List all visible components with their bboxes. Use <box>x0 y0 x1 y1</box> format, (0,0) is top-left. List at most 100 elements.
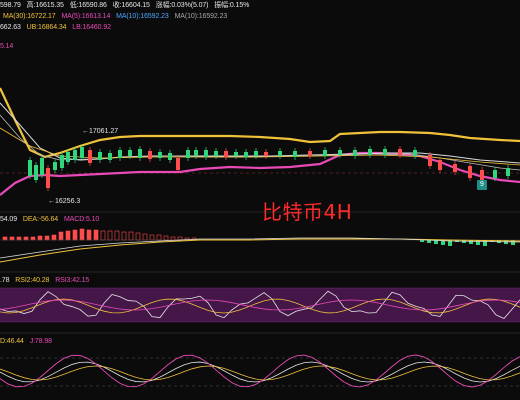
ma10-value: MA(10):16592.23 <box>116 13 169 20</box>
macd-bar-red-9 <box>65 230 71 241</box>
rsi1-value: .78 <box>0 277 10 284</box>
boll-ub-value: UB:16864.34 <box>26 24 67 31</box>
macd-bar-red-5 <box>37 235 43 241</box>
candle-body-18 <box>176 158 180 170</box>
candle-body-17 <box>168 153 172 160</box>
candle-body-43 <box>493 170 497 178</box>
candle-body-32 <box>338 150 342 155</box>
macd-bar-red-3 <box>23 236 29 241</box>
candle-body-30 <box>308 151 312 156</box>
candle-body-26 <box>254 151 258 156</box>
rsi2-value: RSI2:40.28 <box>15 277 50 284</box>
candle-body-41 <box>468 166 472 178</box>
candle-body-22 <box>214 151 218 156</box>
close-value: 收:16604.15 <box>112 2 150 9</box>
macd-bar-red-24 <box>170 236 176 241</box>
low-arrow-icon: ← <box>48 198 55 205</box>
candle-body-16 <box>158 152 162 158</box>
high-price-label: ←17061.27 <box>82 128 118 135</box>
ma-row: MA(30):16722.17 MA(5):16613.14 MA(10):16… <box>0 12 231 21</box>
candle-body-7 <box>73 150 77 160</box>
candle-body-23 <box>224 151 228 157</box>
macd-bar-red-13 <box>93 229 99 241</box>
indicator-value: 5.14 <box>0 43 14 50</box>
candle-body-40 <box>453 164 457 172</box>
candle-body-36 <box>398 149 402 155</box>
macd-bar-red-4 <box>30 236 36 241</box>
kdj-d-line <box>0 365 520 381</box>
candle-body-8 <box>80 147 84 158</box>
candle-body-31 <box>323 150 327 156</box>
watermark-title: 比特币4H <box>262 200 353 224</box>
ma-line-1 <box>0 102 520 164</box>
boll-lb-value: LB:16460.92 <box>72 24 111 31</box>
candle-body-33 <box>353 150 357 156</box>
macd-bar-red-16 <box>114 230 120 241</box>
candle-body-3 <box>46 168 50 188</box>
candle-body-0 <box>28 160 32 176</box>
candle-body-44 <box>506 168 510 176</box>
boll-mb-value: 662.63 <box>0 24 21 31</box>
ma30-value: MA(30):16722.17 <box>3 13 56 20</box>
low-price-text: 16256.3 <box>55 198 81 205</box>
candle-body-9 <box>88 150 92 163</box>
candle-body-6 <box>66 152 70 162</box>
candle-body-11 <box>108 153 112 160</box>
high-price-text: 17061.27 <box>89 128 119 135</box>
macd-bar-red-11 <box>79 228 85 241</box>
candle-body-28 <box>278 151 282 156</box>
candle-body-24 <box>234 152 238 156</box>
macd-bar-red-2 <box>16 236 22 241</box>
candle-body-27 <box>264 152 268 156</box>
amplitude-value: 振幅:0.15% <box>214 2 250 9</box>
candle-body-19 <box>186 150 190 158</box>
candle-body-5 <box>60 155 64 168</box>
ohlc-row: 598.79 高:16615.35 低:16590.86 收:16604.15 … <box>0 1 253 10</box>
ma10-value-2: MA(10):16592.23 <box>174 13 228 20</box>
candle-body-13 <box>128 150 132 156</box>
kdj-d-value: D:46.44 <box>0 338 24 345</box>
kdj-j-value: J:78.98 <box>29 338 52 345</box>
signal-badge[interactable]: 9 <box>477 180 487 190</box>
macd-bar-red-18 <box>128 231 134 241</box>
open-value: 598.79 <box>0 2 21 9</box>
candle-body-34 <box>368 149 372 155</box>
boll-row: 662.63 UB:16864.34 LB:16460.92 <box>0 23 115 32</box>
macd-bar-red-0 <box>2 236 8 241</box>
macd-bar-red-19 <box>135 232 141 241</box>
candle-body-15 <box>148 151 152 159</box>
macd-bar-red-17 <box>121 231 127 241</box>
macd-dea-value: DEA:-56.64 <box>22 216 59 223</box>
macd-bar-red-23 <box>163 235 169 241</box>
ma5-value: MA(5):16613.14 <box>61 13 111 20</box>
candle-body-39 <box>438 160 442 170</box>
rsi-overbought-band <box>0 288 520 322</box>
macd-bar-red-12 <box>86 229 92 241</box>
macd-bar-red-1 <box>9 236 15 241</box>
macd-bar-red-14 <box>100 230 106 241</box>
indicator-value-row: 5.14 <box>0 42 17 51</box>
macd-dif-line <box>0 237 520 259</box>
macd-bar-red-21 <box>149 234 155 241</box>
candle-body-29 <box>293 151 297 157</box>
change-pct-value: 涨幅:0.03%(5.07) <box>155 2 209 9</box>
candle-body-14 <box>138 149 142 158</box>
candle-body-10 <box>98 152 102 160</box>
macd-header: 54.09 DEA:-56.64 MACD:5.10 <box>0 215 103 224</box>
macd-bar-red-8 <box>58 231 64 241</box>
kdj-k-line <box>0 361 520 383</box>
rsi3-value: RSI3:42.15 <box>55 277 90 284</box>
macd-bar-red-15 <box>107 230 113 241</box>
rsi-header: .78 RSI2:40.28 RSI3:42.15 <box>0 276 93 285</box>
candle-body-25 <box>244 152 248 157</box>
macd-bar-red-20 <box>142 233 148 241</box>
candle-body-38 <box>428 155 432 166</box>
candle-body-35 <box>383 149 387 155</box>
kline-chart-screen[interactable]: 598.79 高:16615.35 低:16590.86 收:16604.15 … <box>0 0 520 400</box>
low-value: 低:16590.86 <box>69 2 107 9</box>
macd-value: MACD:5.10 <box>63 216 100 223</box>
candle-body-4 <box>53 162 57 170</box>
macd-bar-red-22 <box>156 234 162 241</box>
low-price-label: ←16256.3 <box>48 198 80 205</box>
candle-body-20 <box>194 150 198 156</box>
